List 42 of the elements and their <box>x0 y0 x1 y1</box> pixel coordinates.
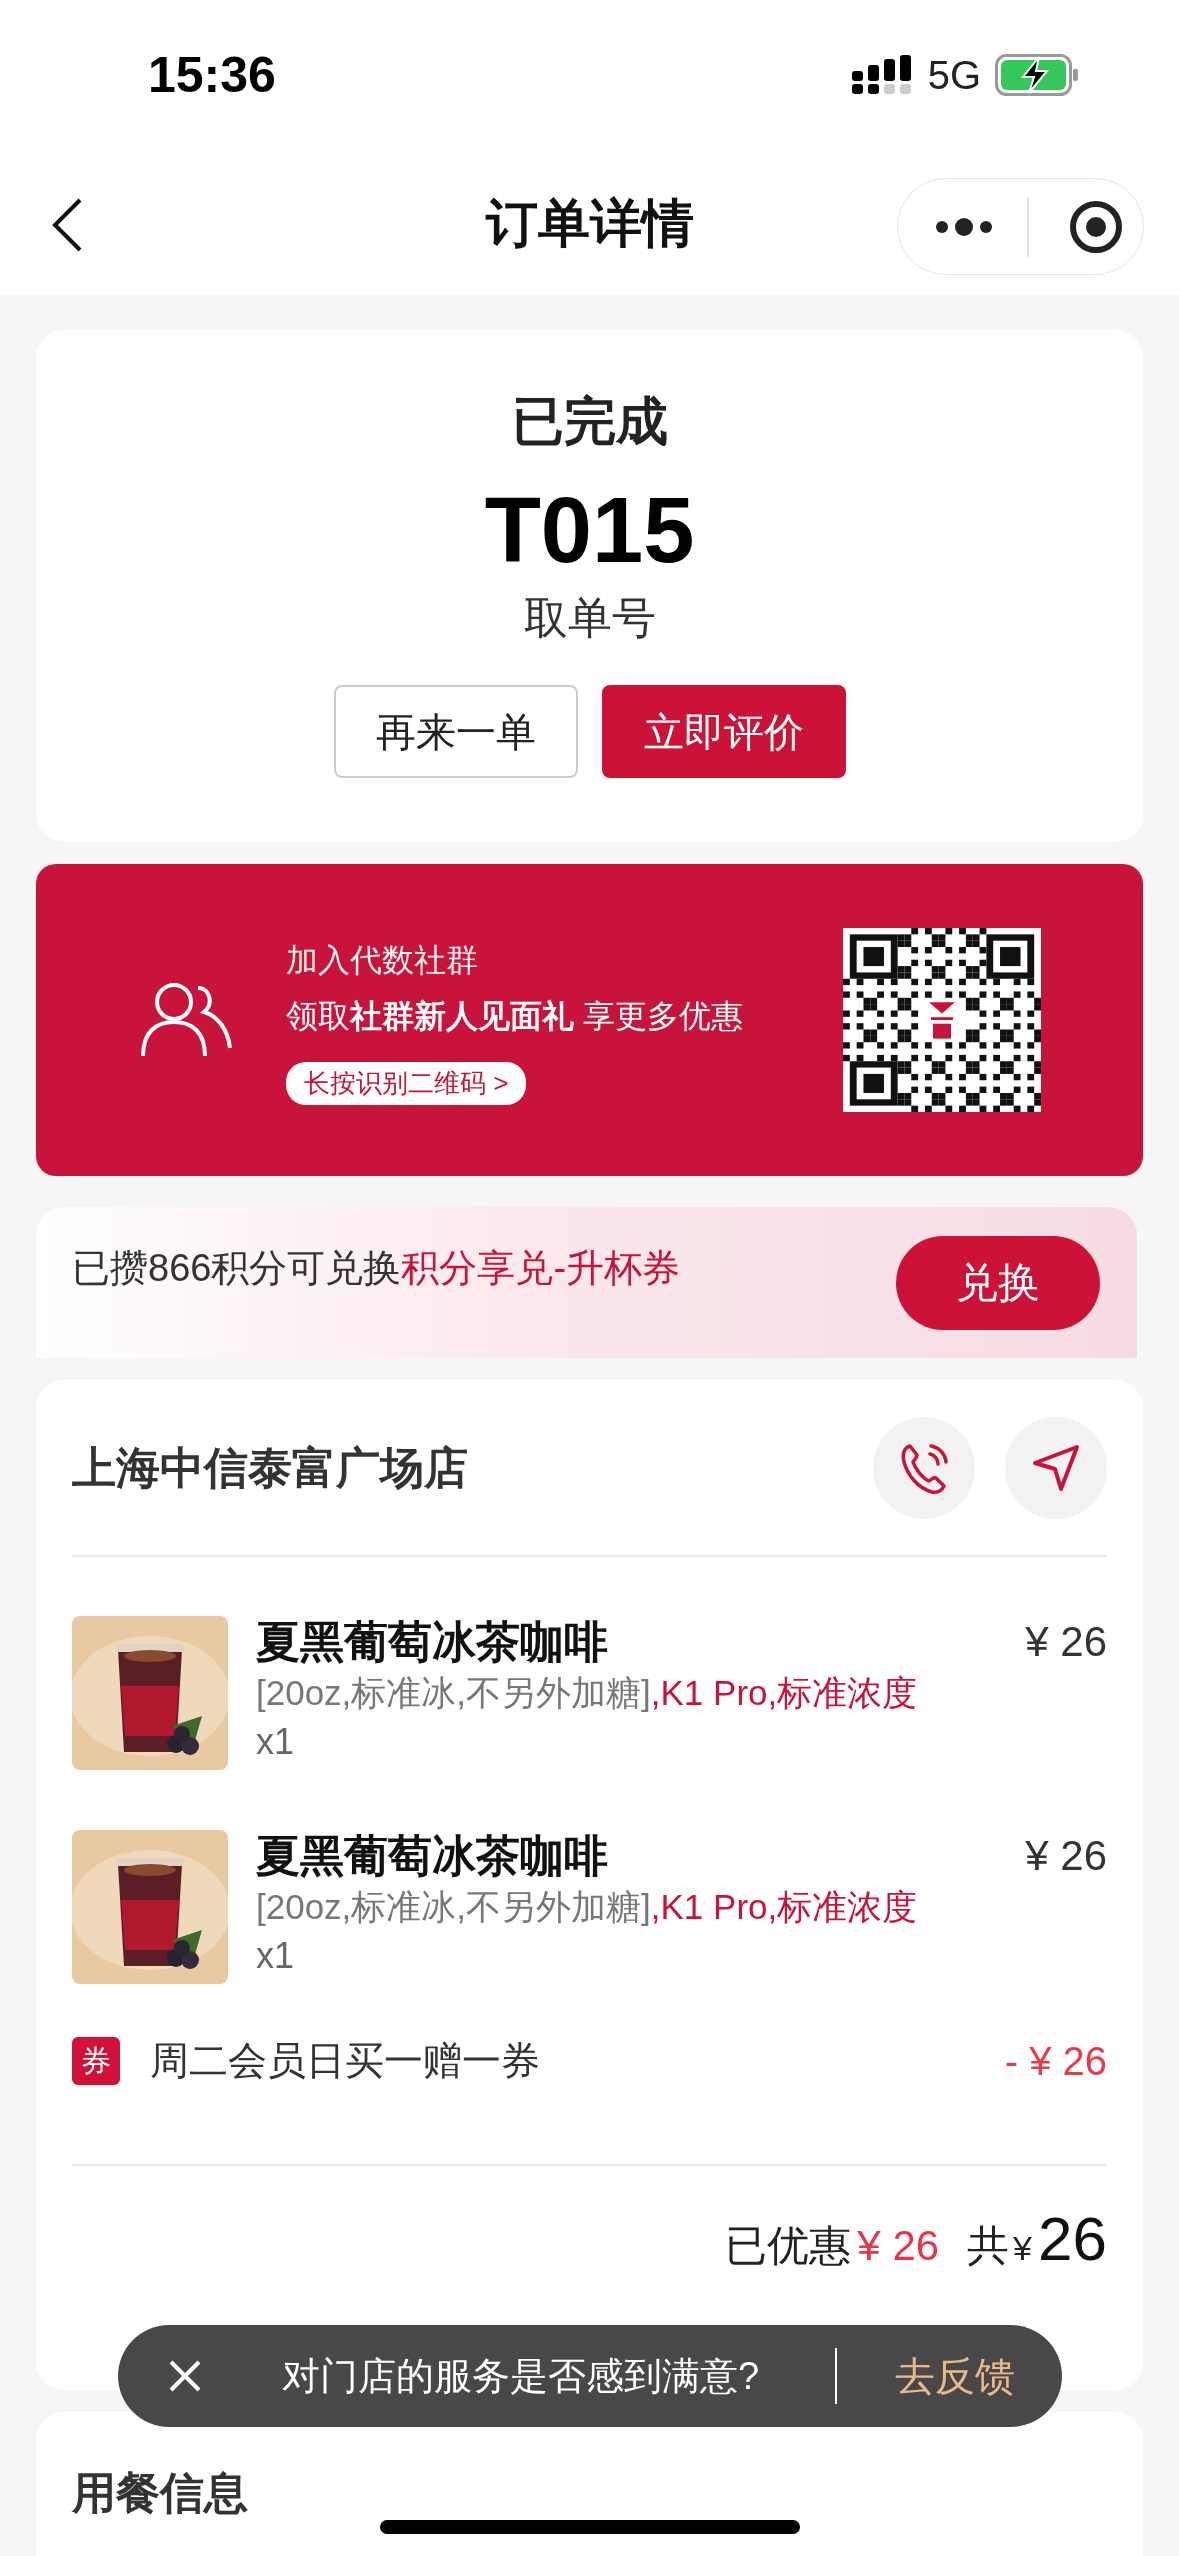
scan-qr-link[interactable]: 长按识别二维码 > <box>286 1061 527 1105</box>
status-time: 15:36 <box>148 50 276 100</box>
review-button[interactable]: 立即评价 <box>601 685 846 779</box>
pickup-number: T015 <box>484 480 695 582</box>
total-label: 共 <box>967 2221 1010 2271</box>
dining-info-title: 用餐信息 <box>72 2468 248 2517</box>
total-amount: 26 <box>1038 2208 1107 2270</box>
navigation-arrow-icon <box>1031 1442 1081 1493</box>
record-icon[interactable] <box>1069 199 1123 254</box>
item-price: ¥ 26 <box>1025 1831 1107 1881</box>
battery-icon <box>995 54 1079 96</box>
item-quantity: x1 <box>256 1934 296 1978</box>
store-name: 上海中信泰富广场店 <box>72 1441 468 1494</box>
close-icon[interactable] <box>168 2359 202 2393</box>
coupon-name: 周二会员日买一赠一券 <box>150 2037 540 2084</box>
feedback-link[interactable]: 去反馈 <box>889 2345 1022 2407</box>
coupon-badge: 券 <box>72 2037 120 2085</box>
people-icon <box>140 982 234 1058</box>
item-options: [20oz,标准冰,不另外加糖],K1 Pro,标准浓度 <box>256 1886 956 1928</box>
points-text: 已攒866积分可兑换积分享兑-升杯券 <box>72 1246 681 1291</box>
currency-symbol: ¥ <box>1013 2228 1033 2269</box>
order-status: 已完成 <box>511 391 668 452</box>
coupon-amount: - ¥ 26 <box>1004 2038 1107 2085</box>
toast-message: 对门店的服务是否感到满意? <box>282 2353 760 2399</box>
signal-icon <box>851 55 914 95</box>
reorder-button[interactable]: 再来一单 <box>333 685 578 779</box>
redeem-button[interactable]: 兑换 <box>896 1235 1100 1330</box>
network-label: 5G <box>927 52 981 99</box>
pickup-label: 取单号 <box>523 592 656 645</box>
phone-icon <box>900 1441 948 1494</box>
item-price: ¥ 26 <box>1025 1617 1107 1667</box>
more-icon[interactable] <box>935 216 993 237</box>
page-title: 订单详情 <box>485 192 694 254</box>
back-icon[interactable] <box>50 197 84 253</box>
item-name: 夏黑葡萄冰茶咖啡 <box>256 1830 609 1882</box>
banner-subtitle: 领取社群新人见面礼 享更多优惠 <box>286 996 743 1036</box>
item-options: [20oz,标准冰,不另外加糖],K1 Pro,标准浓度 <box>256 1672 956 1714</box>
item-name: 夏黑葡萄冰茶咖啡 <box>256 1616 609 1668</box>
discount-amount: ¥ 26 <box>857 2221 940 2271</box>
banner-title: 加入代数社群 <box>286 940 478 980</box>
discount-label: 已优惠 <box>725 2221 852 2271</box>
item-quantity: x1 <box>256 1720 296 1764</box>
